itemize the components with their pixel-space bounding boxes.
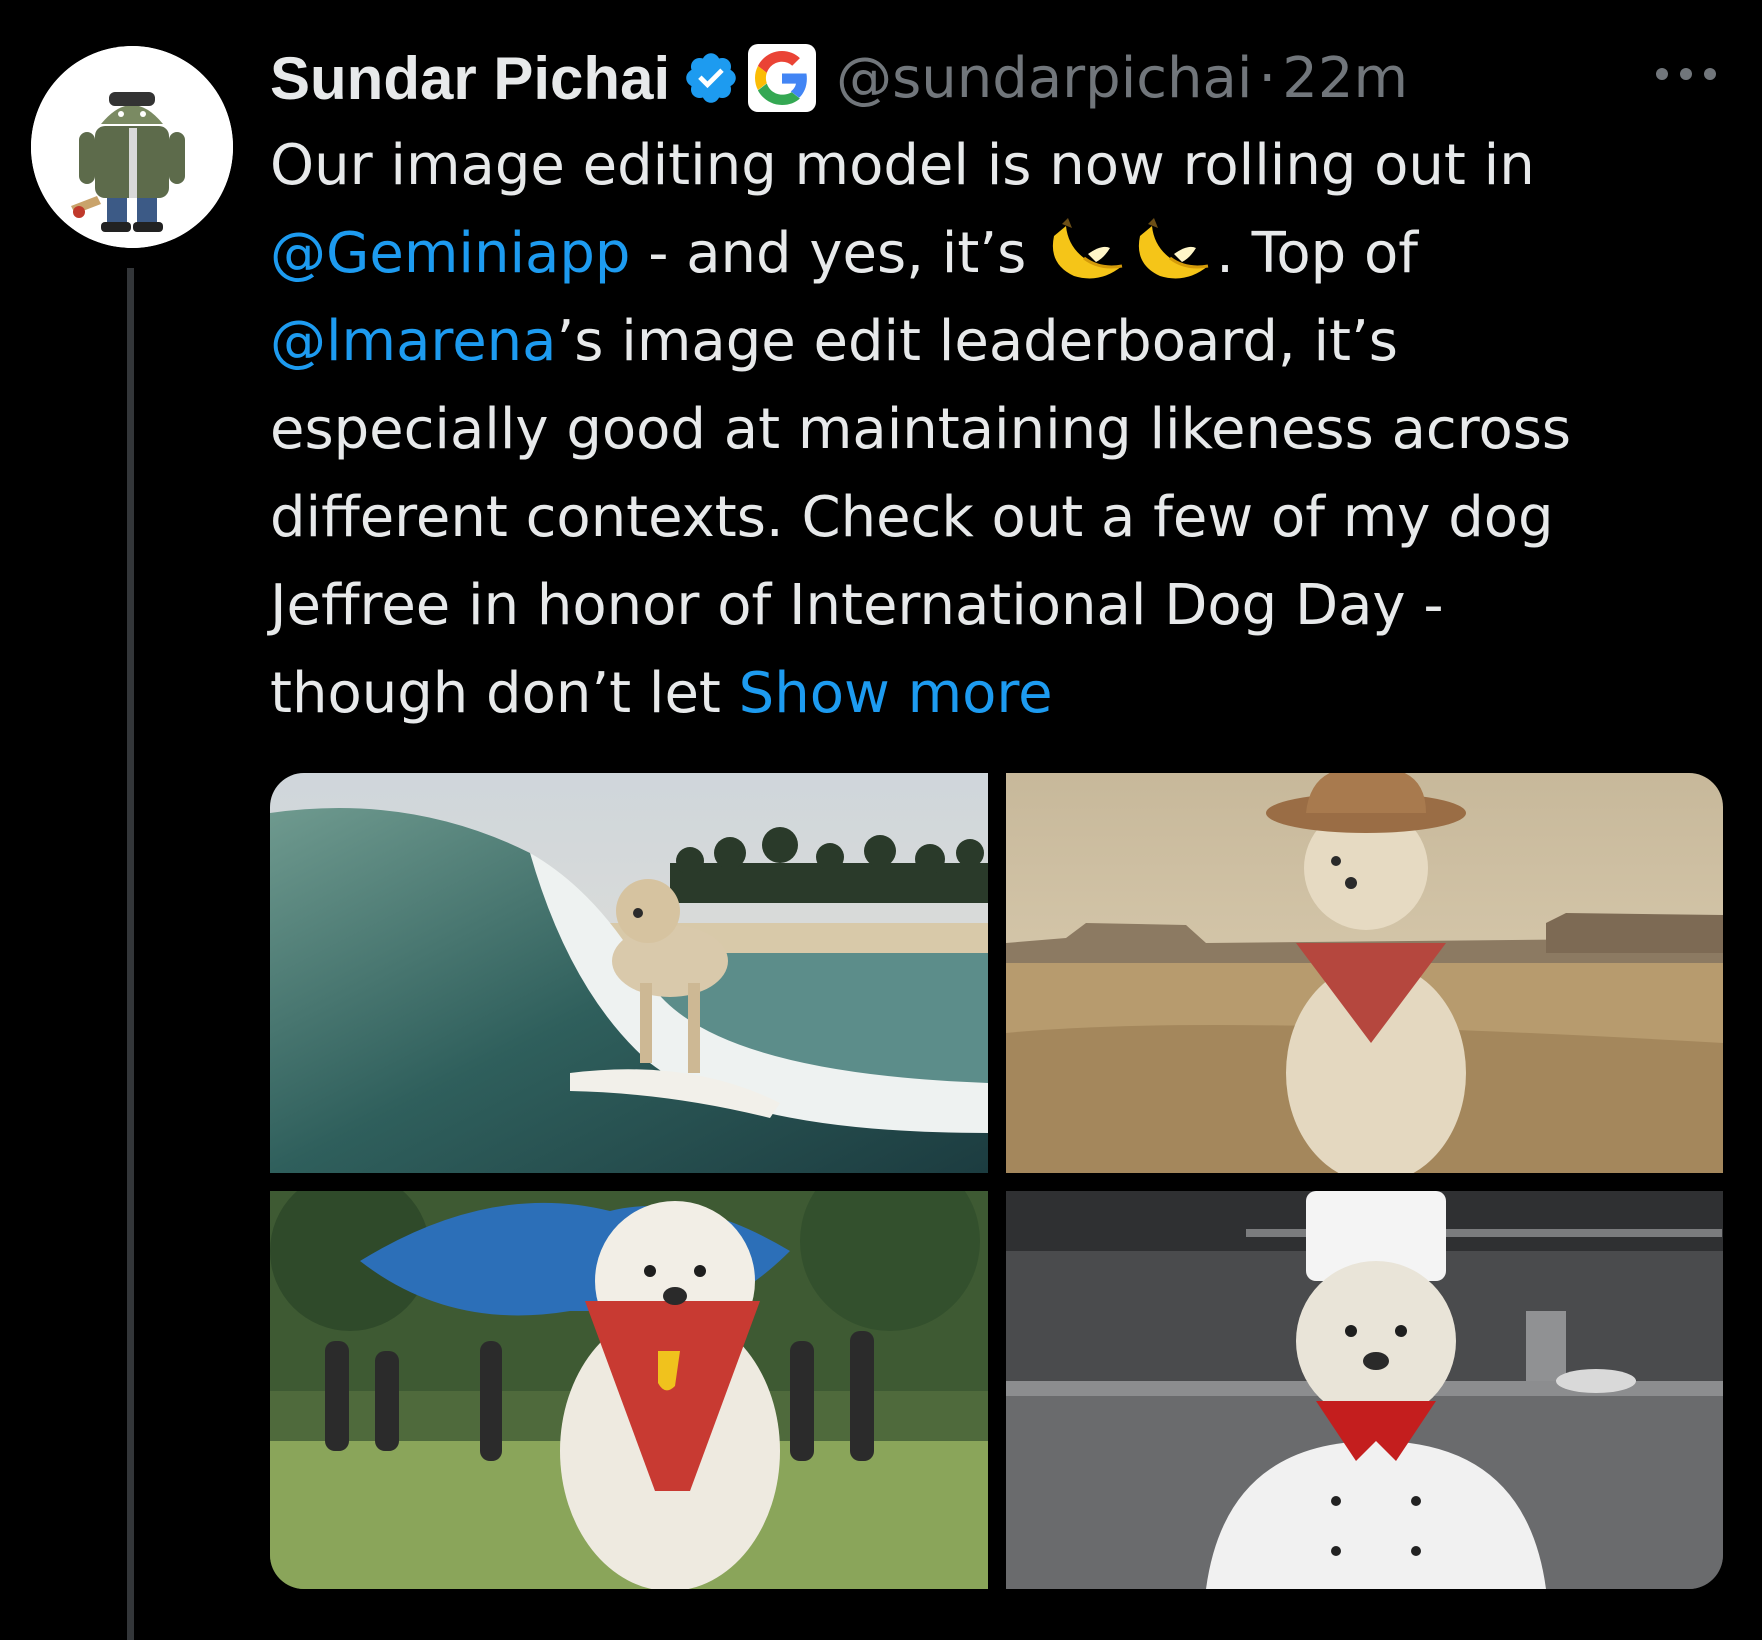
- tweet-line-3: @lmarena’s image edit leaderboard, it’s: [270, 298, 1740, 386]
- separator: ·: [1258, 45, 1277, 111]
- dog-chef-image[interactable]: [1006, 1191, 1723, 1589]
- android-figure-icon: [31, 46, 233, 248]
- mention-geminiapp[interactable]: @Geminiapp: [270, 221, 630, 286]
- google-affiliation-badge[interactable]: [748, 44, 817, 112]
- banana-emoji-icon: [1138, 218, 1209, 279]
- avatar[interactable]: [31, 46, 233, 248]
- dog-surfing-image[interactable]: [270, 773, 988, 1173]
- show-more-link[interactable]: Show more: [739, 661, 1053, 726]
- google-g-logo-icon: [755, 51, 807, 105]
- banana-emoji-icon: [1052, 218, 1123, 279]
- timestamp[interactable]: 22m: [1282, 46, 1408, 111]
- tweet-line-2-text: - and yes, it’s: [630, 221, 1045, 286]
- thread-line: [127, 268, 134, 1640]
- tweet-line-3-end: ’s image edit leaderboard, it’s: [556, 309, 1398, 374]
- dog-superhero-image[interactable]: [270, 1191, 988, 1589]
- tweet-line-7-text: though don’t let: [270, 661, 739, 726]
- tweet-line-5: different contexts. Check out a few of m…: [270, 485, 1554, 550]
- tweet[interactable]: Sundar Pichai @sundarpichai · 22m Our im…: [0, 0, 1762, 1640]
- tweet-header: Sundar Pichai @sundarpichai · 22m: [270, 38, 1408, 118]
- dog-cowboy-image[interactable]: [1006, 773, 1723, 1173]
- tweet-line-7: though don’t let Show more: [270, 650, 1740, 738]
- tweet-line-4: especially good at maintaining likeness …: [270, 397, 1572, 462]
- verified-badge-icon: [686, 53, 736, 103]
- more-options-icon[interactable]: [1650, 58, 1722, 90]
- tweet-text: Our image editing model is now rolling o…: [270, 122, 1740, 738]
- tweet-line-2-end: . Top of: [1216, 221, 1418, 286]
- author-handle[interactable]: @sundarpichai: [836, 46, 1252, 111]
- author-name[interactable]: Sundar Pichai: [270, 44, 670, 113]
- tweet-line-6: Jeffree in honor of International Dog Da…: [270, 573, 1444, 638]
- tweet-line-1: Our image editing model is now rolling o…: [270, 133, 1535, 198]
- mention-lmarena[interactable]: @lmarena: [270, 309, 556, 374]
- media-grid: [270, 773, 1723, 1589]
- tweet-line-2: @Geminiapp - and yes, it’s . Top of: [270, 210, 1740, 298]
